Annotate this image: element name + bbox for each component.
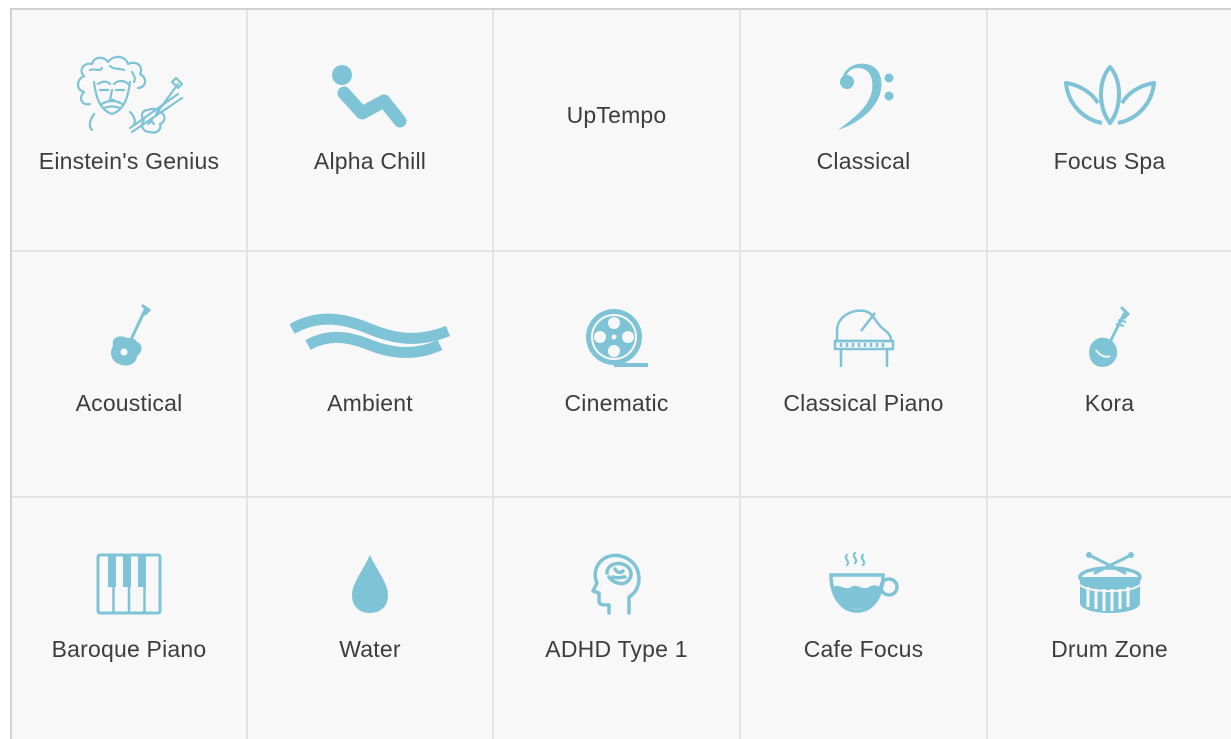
tile-classical[interactable]: Classical — [741, 10, 988, 252]
tile-water[interactable]: Water — [248, 498, 494, 739]
tile-cafe-focus[interactable]: Cafe Focus — [741, 498, 988, 739]
tile-label: Kora — [1084, 390, 1135, 416]
tile-focus-spa[interactable]: Focus Spa — [988, 10, 1231, 252]
tile-label: Acoustical — [75, 390, 183, 416]
tile-label: Alpha Chill — [313, 148, 427, 174]
genre-grid: Einstein's Genius Alpha Chill UpTempo Cl… — [10, 8, 1231, 739]
lotus-icon — [1040, 50, 1180, 142]
piano-keys-icon — [59, 538, 199, 630]
tile-kora[interactable]: Kora — [988, 252, 1231, 498]
tile-acoustical[interactable]: Acoustical — [12, 252, 248, 498]
tile-ambient[interactable]: Ambient — [248, 252, 494, 498]
reclining-person-icon — [300, 50, 440, 142]
tile-uptempo[interactable]: UpTempo — [494, 10, 741, 252]
tile-label: Ambient — [327, 390, 413, 416]
tile-label: Focus Spa — [1053, 148, 1166, 174]
tile-classical-piano[interactable]: Classical Piano — [741, 252, 988, 498]
kora-icon — [1040, 292, 1180, 384]
bass-clef-icon — [794, 50, 934, 142]
tile-label: Einstein's Genius — [38, 148, 220, 174]
tile-label: Baroque Piano — [51, 636, 207, 662]
tile-alpha-chill[interactable]: Alpha Chill — [248, 10, 494, 252]
tile-drum-zone[interactable]: Drum Zone — [988, 498, 1231, 739]
grand-piano-icon — [794, 292, 934, 384]
tile-baroque-piano[interactable]: Baroque Piano — [12, 498, 248, 739]
coffee-cup-icon — [794, 538, 934, 630]
tile-label: Cinematic — [564, 390, 669, 416]
tile-label: Cafe Focus — [803, 636, 924, 662]
einstein-violin-icon — [59, 50, 199, 142]
tile-label: Water — [339, 636, 401, 662]
head-brain-icon — [547, 538, 687, 630]
tile-cinematic[interactable]: Cinematic — [494, 252, 741, 498]
tile-label: Classical — [816, 148, 911, 174]
tile-label: UpTempo — [566, 102, 667, 128]
water-drop-icon — [300, 538, 440, 630]
tile-einsteins-genius[interactable]: Einstein's Genius — [12, 10, 248, 252]
drum-icon — [1040, 538, 1180, 630]
film-reel-icon — [547, 292, 687, 384]
tile-label: Drum Zone — [1051, 636, 1168, 662]
tile-label: ADHD Type 1 — [545, 636, 688, 662]
guitar-icon — [59, 292, 199, 384]
tile-label: Classical Piano — [783, 390, 944, 416]
tile-adhd-type-1[interactable]: ADHD Type 1 — [494, 498, 741, 739]
wave-icon — [285, 292, 455, 384]
